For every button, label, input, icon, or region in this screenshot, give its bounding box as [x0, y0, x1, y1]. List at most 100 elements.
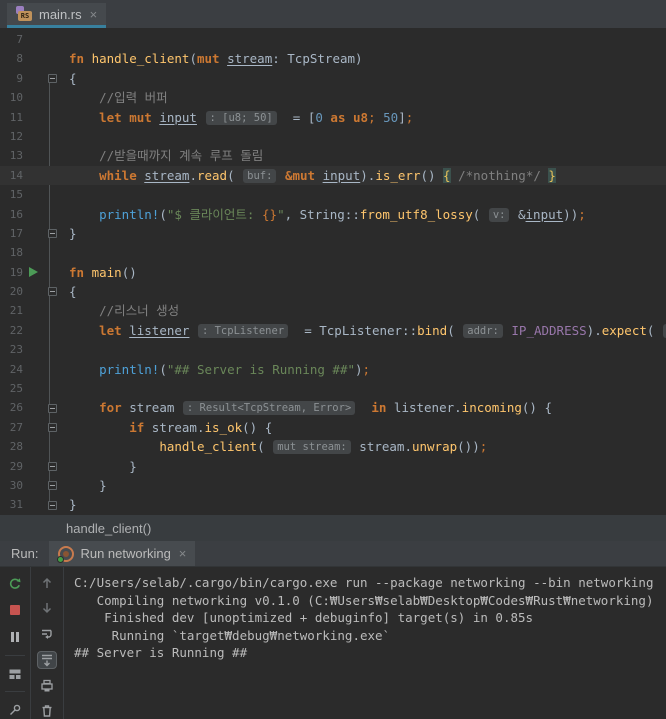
line-number: 12 [0, 127, 23, 146]
code-text: println!("## Server is Running ##"); [61, 360, 370, 379]
code-text: fn main() [61, 263, 137, 282]
inlay-hint: mut stream: [273, 440, 351, 454]
scroll-to-end-icon[interactable] [37, 651, 57, 669]
print-icon[interactable] [37, 678, 57, 694]
run-main-gutter-icon[interactable] [29, 267, 38, 277]
run-tab-networking[interactable]: Run networking × [49, 541, 195, 566]
line-number: 18 [0, 243, 23, 262]
breadcrumb: handle_client() [0, 515, 666, 541]
code-line[interactable]: 13 //받을때까지 계속 루프 돌림 [0, 146, 666, 165]
console-line: Compiling networking v0.1.0 (C:₩Users₩se… [74, 592, 666, 610]
code-line[interactable]: 31} [0, 495, 666, 514]
line-number: 28 [0, 437, 23, 456]
console-output[interactable]: C:/Users/selab/.cargo/bin/cargo.exe run … [64, 567, 666, 719]
fold-end-icon[interactable] [48, 501, 57, 510]
code-text: { [61, 69, 77, 88]
run-label: Run: [0, 541, 49, 566]
code-line[interactable]: 14 while stream.read( buf: &mut input).i… [0, 166, 666, 185]
code-line[interactable]: 12 [0, 127, 666, 146]
code-editor[interactable]: 78 fn handle_client(mut stream: TcpStream… [0, 28, 666, 515]
code-line[interactable]: 15 [0, 185, 666, 204]
code-line[interactable]: 30 } [0, 476, 666, 495]
console-line: C:/Users/selab/.cargo/bin/cargo.exe run … [74, 574, 666, 592]
line-number: 14 [0, 166, 23, 185]
restore-layout-icon[interactable] [5, 665, 25, 683]
console-line: Finished dev [unoptimized + debuginfo] t… [74, 609, 666, 627]
code-line[interactable]: 9{ [0, 69, 666, 88]
code-text: //입력 버퍼 [61, 88, 168, 107]
fold-start-icon[interactable] [48, 287, 57, 296]
code-line[interactable]: 28 handle_client( mut stream: stream.unw… [0, 437, 666, 456]
pause-icon[interactable] [5, 628, 25, 646]
code-line[interactable]: 16 println!("$ 클라이언트: {}", String::from_… [0, 205, 666, 224]
code-line[interactable]: 23 [0, 340, 666, 359]
line-number: 31 [0, 495, 23, 514]
code-line[interactable]: 21 //리스너 생성 [0, 301, 666, 320]
code-line[interactable]: 26 for stream : Result<TcpStream, Error>… [0, 398, 666, 417]
code-line[interactable]: 24 println!("## Server is Running ##"); [0, 360, 666, 379]
code-text [61, 185, 69, 204]
fold-start-icon[interactable] [48, 74, 57, 83]
inlay-hint: buf: [243, 169, 276, 183]
code-text: println!("$ 클라이언트: {}", String::from_utf… [61, 205, 586, 224]
code-text: let listener : TcpListener = TcpListener… [61, 321, 666, 340]
code-text [61, 243, 69, 262]
line-number: 24 [0, 360, 23, 379]
inlay-hint: v: [489, 208, 510, 222]
console-line: ## Server is Running ## [74, 644, 666, 662]
line-number: 29 [0, 457, 23, 476]
rerun-icon[interactable] [5, 575, 25, 593]
code-text: //리스너 생성 [61, 301, 179, 320]
code-line[interactable]: 7 [0, 30, 666, 49]
code-line[interactable]: 8 fn handle_client(mut stream: TcpStream) [0, 49, 666, 68]
code-text: } [61, 457, 137, 476]
line-number: 22 [0, 321, 23, 340]
code-text: //받을때까지 계속 루프 돌림 [61, 146, 263, 165]
line-number: 9 [0, 69, 23, 88]
tab-title: main.rs [39, 7, 82, 22]
code-line[interactable]: 10 //입력 버퍼 [0, 88, 666, 107]
console-line: Running `target₩debug₩networking.exe` [74, 627, 666, 645]
stop-icon[interactable] [5, 602, 25, 620]
fold-start-icon[interactable] [48, 404, 57, 413]
code-text: { [61, 282, 77, 301]
rust-file-icon: RS [16, 6, 33, 22]
clear-all-icon[interactable] [37, 703, 57, 719]
scroll-down-icon[interactable] [37, 600, 57, 616]
code-line[interactable]: 11 let mut input : [u8; 50] = [0 as u8; … [0, 108, 666, 127]
code-line[interactable]: 27 if stream.is_ok() { [0, 418, 666, 437]
code-line[interactable]: 25 [0, 379, 666, 398]
fold-start-icon[interactable] [48, 423, 57, 432]
line-number: 13 [0, 146, 23, 165]
code-line[interactable]: 19 fn main() [0, 263, 666, 282]
code-text [61, 30, 69, 49]
code-text: let mut input : [u8; 50] = [0 as u8; 50]… [61, 108, 413, 127]
editor-lines: 78 fn handle_client(mut stream: TcpStream… [0, 30, 666, 515]
line-number: 16 [0, 205, 23, 224]
run-toolwindow-header: Run: Run networking × [0, 541, 666, 566]
code-line[interactable]: 29 } [0, 457, 666, 476]
fold-end-icon[interactable] [48, 462, 57, 471]
line-number: 26 [0, 398, 23, 417]
console-toolbar [0, 567, 64, 719]
close-icon[interactable]: × [179, 546, 187, 561]
close-icon[interactable]: × [90, 7, 98, 22]
breadcrumb-item[interactable]: handle_client() [66, 521, 151, 536]
code-text: if stream.is_ok() { [61, 418, 272, 437]
fold-end-icon[interactable] [48, 229, 57, 238]
code-line[interactable]: 17} [0, 224, 666, 243]
line-number: 8 [0, 49, 23, 68]
scroll-up-icon[interactable] [37, 575, 57, 591]
line-number: 19 [0, 263, 23, 282]
code-line[interactable]: 22 let listener : TcpListener = TcpListe… [0, 321, 666, 340]
inlay-hint: : [u8; 50] [206, 111, 277, 125]
soft-wrap-icon[interactable] [37, 625, 57, 641]
toolbar-separator [5, 691, 25, 692]
tab-main-rs[interactable]: RS main.rs × [7, 3, 106, 28]
line-number: 7 [0, 30, 23, 49]
code-line[interactable]: 20{ [0, 282, 666, 301]
code-line[interactable]: 18 [0, 243, 666, 262]
fold-end-icon[interactable] [48, 481, 57, 490]
code-text: fn handle_client(mut stream: TcpStream) [61, 49, 363, 68]
pin-icon[interactable] [5, 701, 25, 719]
